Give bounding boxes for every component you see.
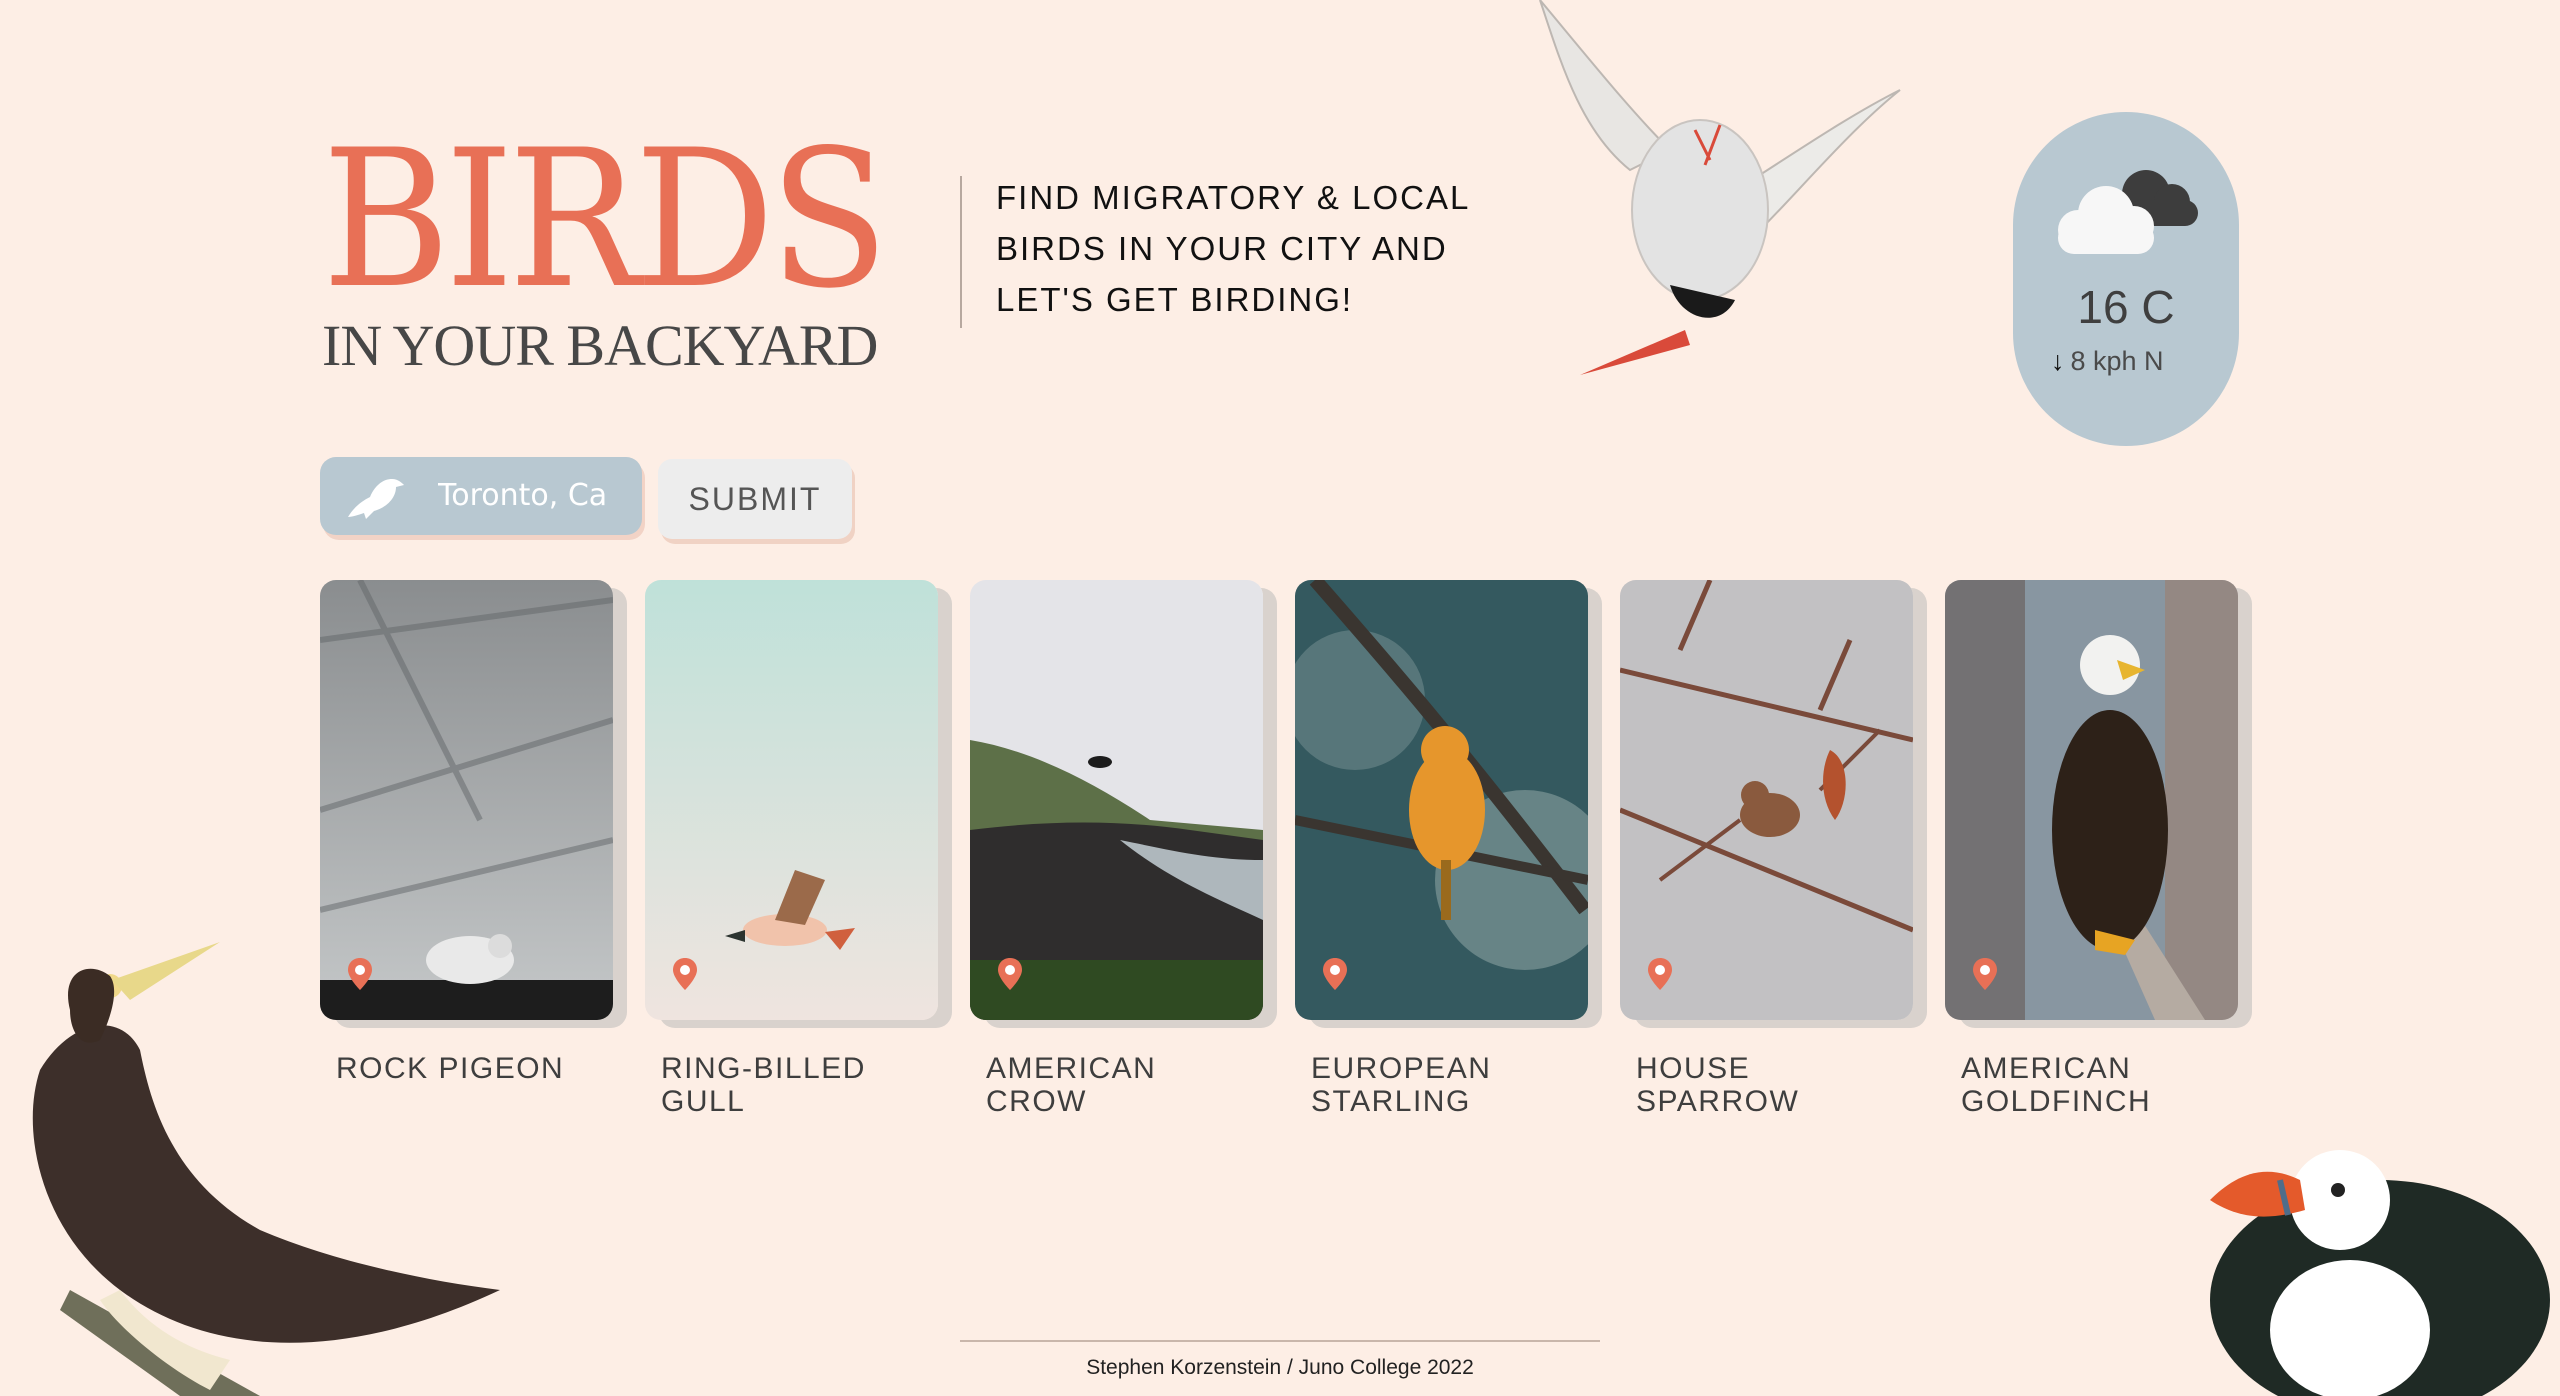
bird-card[interactable]: ROCK PIGEON (320, 580, 613, 1085)
bird-name: ROCK PIGEON (336, 1052, 565, 1085)
tagline-line-3: LET'S GET BIRDING! (996, 281, 1354, 318)
arrow-down-icon: ↓ (2051, 346, 2065, 376)
cloud-icon (2058, 170, 2198, 254)
tagline: FIND MIGRATORY & LOCAL BIRDS IN YOUR CIT… (996, 172, 1476, 325)
city-search (320, 457, 642, 535)
bird-name: AMERICAN GOLDFINCH (1961, 1052, 2152, 1118)
bird-photo (320, 580, 613, 1020)
wind-speed: 8 kph N (2070, 346, 2164, 376)
tagline-line-1: FIND MIGRATORY & LOCAL (996, 179, 1471, 216)
tagline-line-2: BIRDS IN YOUR CITY AND (996, 230, 1448, 267)
bird-card[interactable]: HOUSE SPARROW (1620, 580, 1913, 1118)
site-title: BIRDS (322, 109, 889, 330)
weather-widget: 16 C ↓ 8 kph N (2013, 112, 2239, 446)
bird-photo (970, 580, 1263, 1020)
submit-button[interactable]: SUBMIT (658, 459, 852, 539)
city-input[interactable] (438, 475, 628, 515)
puffin-illustration (2210, 1150, 2550, 1396)
location-pin-icon[interactable] (1323, 958, 1347, 990)
footer-divider (960, 1340, 1600, 1342)
header-divider (960, 176, 962, 328)
bird-photo (1945, 580, 2238, 1020)
location-pin-icon[interactable] (673, 958, 697, 990)
bird-card[interactable]: RING-BILLED GULL (645, 580, 938, 1118)
tern-illustration (1539, 0, 1901, 375)
temperature: 16 C (2077, 281, 2175, 333)
footer-credit: Stephen Korzenstein / Juno College 2022 (1086, 1356, 1474, 1379)
bird-card[interactable]: AMERICAN GOLDFINCH (1945, 580, 2238, 1118)
bird-name: HOUSE SPARROW (1636, 1052, 1800, 1118)
location-pin-icon[interactable] (998, 958, 1022, 990)
bird-card[interactable]: AMERICAN CROW (970, 580, 1263, 1118)
site-title-block: BIRDS IN YOUR BACKYARD (322, 109, 932, 379)
bird-card[interactable]: EUROPEAN STARLING (1295, 580, 1588, 1118)
wind-readout: ↓ 8 kph N (2051, 346, 2164, 377)
bird-photo (1295, 580, 1588, 1020)
location-pin-icon[interactable] (1973, 958, 1997, 990)
bird-name: RING-BILLED GULL (661, 1052, 866, 1118)
bird-photo (645, 580, 938, 1020)
location-pin-icon[interactable] (1648, 958, 1672, 990)
location-pin-icon[interactable] (348, 958, 372, 990)
bird-name: EUROPEAN STARLING (1311, 1052, 1492, 1118)
crow-icon (348, 479, 404, 519)
bird-photo (1620, 580, 1913, 1020)
bird-name: AMERICAN CROW (986, 1052, 1157, 1118)
